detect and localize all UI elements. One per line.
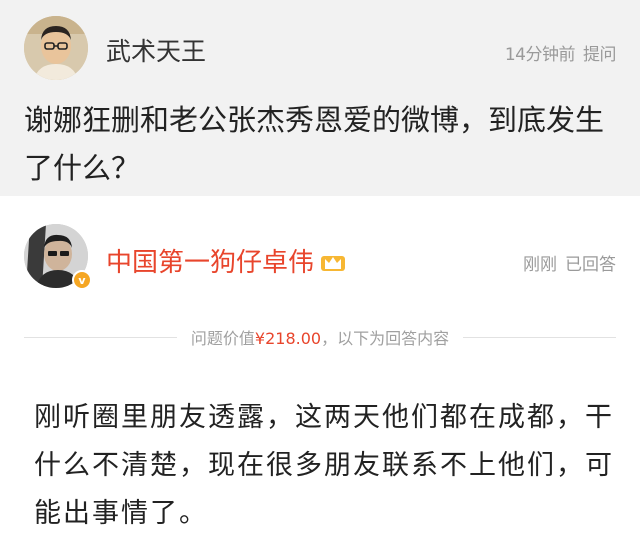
question-card: 武术天王 14分钟前 提问 谢娜狂删和老公张杰秀恩爱的微博，到底发生了什么？ xyxy=(0,0,640,196)
question-value-prefix: 问题价值 xyxy=(190,329,255,348)
question-action: 提问 xyxy=(583,45,617,65)
answerer-username[interactable]: 中国第一狗仔卓伟 xyxy=(106,242,346,279)
question-text: 谢娜狂删和老公张杰秀恩爱的微博，到底发生了什么？ xyxy=(24,103,605,185)
answer-time: 刚刚 xyxy=(523,255,557,275)
answer-divider: 问题价值¥218.00，以下为回答内容 xyxy=(24,325,617,349)
answer-status: 已回答 xyxy=(565,255,616,275)
divider-line-left xyxy=(24,336,177,338)
divider-line-right xyxy=(463,336,617,338)
section-gap xyxy=(0,196,640,204)
question-meta: 14分钟前 提问 xyxy=(504,40,617,65)
answer-text: 刚听圈里朋友透露，这两天他们都在成都，干什么不清楚，现在很多朋友联系不上他们，可… xyxy=(34,402,614,529)
answer-meta: 刚刚 已回答 xyxy=(523,250,616,275)
question-time: 14分钟前 xyxy=(504,45,576,65)
question-value-suffix: ，以下为回答内容 xyxy=(321,329,450,348)
person-avatar-image xyxy=(24,16,88,80)
question-value-price: ¥218.00 xyxy=(254,329,322,348)
answerer-name-label: 中国第一狗仔卓伟 xyxy=(106,248,315,278)
questioner-username[interactable]: 武术天王 xyxy=(106,32,206,68)
verified-badge-icon: v xyxy=(72,270,92,290)
answer-card: v 中国第一狗仔卓伟 刚刚 已回答 问题价值¥218.00，以下为回答内容 刚听圈… xyxy=(0,204,640,547)
question-value-label: 问题价值¥218.00，以下为回答内容 xyxy=(177,325,463,349)
questioner-avatar[interactable] xyxy=(24,16,88,80)
crown-icon xyxy=(321,255,346,271)
